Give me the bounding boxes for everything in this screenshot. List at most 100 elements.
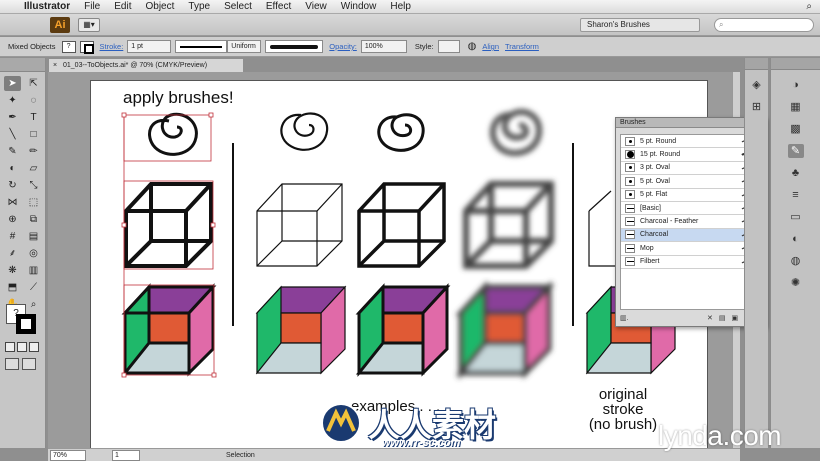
brush-list-item[interactable]: 5 pt. Round <box>621 135 763 149</box>
brush-list-item[interactable]: Filbert <box>621 256 763 269</box>
profile-dropdown[interactable]: Uniform <box>227 40 262 53</box>
brush-definition-dropdown[interactable] <box>265 40 324 53</box>
color-guide-icon[interactable]: ▦ <box>788 100 804 114</box>
spiral-shape[interactable] <box>489 108 543 157</box>
width-tool-icon[interactable]: ⋈ <box>4 195 21 210</box>
menu-type[interactable]: Type <box>188 1 210 12</box>
none-mode-icon[interactable] <box>29 342 39 352</box>
spiral-shape[interactable] <box>280 112 329 151</box>
opacity-field[interactable]: 100% <box>360 40 407 53</box>
type-tool-icon[interactable]: T <box>25 110 42 125</box>
tools-panel-header[interactable] <box>0 58 45 72</box>
brush-list-item[interactable]: Mop <box>621 242 763 256</box>
cube-wireframe[interactable] <box>124 182 213 268</box>
menu-window[interactable]: Window <box>341 1 377 12</box>
rectangle-tool-icon[interactable]: □ <box>25 127 42 142</box>
gradient-tool-icon[interactable]: ▤ <box>25 229 42 244</box>
align-link[interactable]: Align <box>482 42 499 51</box>
eraser-tool-icon[interactable]: ▱ <box>25 161 42 176</box>
arrange-documents-button[interactable]: ▦▾ <box>78 17 100 32</box>
brush-list-item[interactable]: 5 pt. Flat <box>621 189 763 202</box>
blob-brush-tool-icon[interactable]: ◐ <box>4 161 21 176</box>
graphic-styles-icon[interactable]: ✺ <box>788 276 804 290</box>
opacity-link[interactable]: Opacity: <box>329 42 357 51</box>
brush-libraries-icon[interactable]: ▥. <box>620 314 629 322</box>
dock-header[interactable] <box>771 58 820 70</box>
pencil-tool-icon[interactable]: ✏ <box>25 144 42 159</box>
stroke-weight-field[interactable]: 1 pt <box>127 40 172 53</box>
fill-stroke-widget[interactable]: ? <box>6 304 40 338</box>
rotate-tool-icon[interactable]: ↻ <box>4 178 21 193</box>
status-current-tool[interactable]: Selection <box>226 452 255 459</box>
brush-list-item[interactable]: Charcoal - Feather <box>621 215 763 229</box>
pen-tool-icon[interactable]: ✒ <box>4 110 21 125</box>
scale-tool-icon[interactable]: ⤡ <box>25 178 42 193</box>
selection-tool-icon[interactable]: ➤ <box>4 76 21 91</box>
artboard-navigation-field[interactable]: 1 <box>112 449 140 461</box>
cube-filled[interactable] <box>455 280 555 380</box>
shape-builder-tool-icon[interactable]: ⊕ <box>4 212 21 227</box>
variable-width-profile[interactable] <box>175 40 228 53</box>
slice-tool-icon[interactable]: ⟋ <box>25 280 42 295</box>
zoom-level-field[interactable]: 70% <box>50 449 86 461</box>
cube-filled[interactable] <box>121 283 217 377</box>
stroke-swatch[interactable] <box>79 40 94 54</box>
cube-filled[interactable] <box>355 283 451 377</box>
brush-list-item[interactable]: [Basic] <box>621 202 763 216</box>
eyedropper-tool-icon[interactable]: ⸙ <box>4 246 21 261</box>
appearance-icon[interactable]: ◍ <box>788 254 804 268</box>
perspective-grid-tool-icon[interactable]: ⧉ <box>25 212 42 227</box>
gradient-icon[interactable]: ▭ <box>788 210 804 224</box>
stroke-icon[interactable] <box>16 314 36 334</box>
brush-list-item[interactable]: Charcoal <box>621 228 763 243</box>
spiral-shape[interactable] <box>148 112 198 156</box>
mesh-tool-icon[interactable]: # <box>4 229 21 244</box>
direct-selection-tool-icon[interactable]: ⇱ <box>25 76 42 91</box>
color-icon[interactable]: ◑ <box>788 78 804 92</box>
artboard-tool-icon[interactable]: ⬒ <box>4 280 21 295</box>
spiral-shape[interactable] <box>377 113 425 152</box>
transparency-icon[interactable]: ◐ <box>788 232 804 246</box>
fill-swatch[interactable]: ? <box>61 40 76 53</box>
layers-icon[interactable]: ◈ <box>749 78 765 92</box>
cube-filled[interactable] <box>255 285 347 375</box>
spotlight-icon[interactable]: ⌕ <box>806 1 812 12</box>
line-tool-icon[interactable]: ╲ <box>4 127 21 142</box>
brush-options-icon[interactable]: ▣ <box>731 314 738 324</box>
menu-effect[interactable]: Effect <box>266 1 291 12</box>
menu-edit[interactable]: Edit <box>114 1 131 12</box>
dock-header[interactable] <box>745 58 768 70</box>
column-graph-tool-icon[interactable]: ▥ <box>25 263 42 278</box>
app-menu[interactable]: Illustrator <box>24 1 70 12</box>
symbols-icon[interactable]: ♣ <box>788 166 804 180</box>
column-charcoal-selected[interactable] <box>121 112 217 378</box>
brushes-icon[interactable]: ✎ <box>787 144 804 158</box>
brush-list-item[interactable]: 15 pt. Round <box>621 148 763 162</box>
stroke-link[interactable]: Stroke: <box>100 42 124 51</box>
blend-tool-icon[interactable]: ◎ <box>25 246 42 261</box>
column-charcoal-feather[interactable] <box>455 108 555 380</box>
search-help-field[interactable]: ⌕ <box>714 18 814 32</box>
color-mode-icon[interactable] <box>5 342 15 352</box>
menu-file[interactable]: File <box>84 1 100 12</box>
cube-wireframe[interactable] <box>256 183 343 267</box>
transform-link[interactable]: Transform <box>505 42 539 51</box>
swatches-icon[interactable]: ▩ <box>788 122 804 136</box>
menu-object[interactable]: Object <box>145 1 174 12</box>
artboards-icon[interactable]: ⊞ <box>749 100 765 114</box>
document-tab[interactable]: × 01_03--ToObjects.ai* @ 70% (CMYK/Previ… <box>48 58 244 72</box>
magic-wand-tool-icon[interactable]: ✦ <box>4 93 21 108</box>
options-icon[interactable]: ▤ <box>719 314 726 324</box>
draw-mode-icon[interactable] <box>5 358 19 370</box>
lasso-tool-icon[interactable]: ◌ <box>25 93 42 108</box>
cube-wireframe[interactable] <box>357 182 446 268</box>
free-transform-tool-icon[interactable]: ⬚ <box>25 195 42 210</box>
menu-select[interactable]: Select <box>224 1 252 12</box>
screen-mode-icon[interactable] <box>22 358 36 370</box>
stroke-icon[interactable]: ≡ <box>788 188 804 202</box>
column-charcoal[interactable] <box>355 113 451 377</box>
close-icon[interactable]: × <box>53 59 57 72</box>
menu-help[interactable]: Help <box>390 1 411 12</box>
remove-brush-stroke-icon[interactable]: ✕ <box>707 314 713 324</box>
cube-wireframe[interactable] <box>463 181 554 269</box>
